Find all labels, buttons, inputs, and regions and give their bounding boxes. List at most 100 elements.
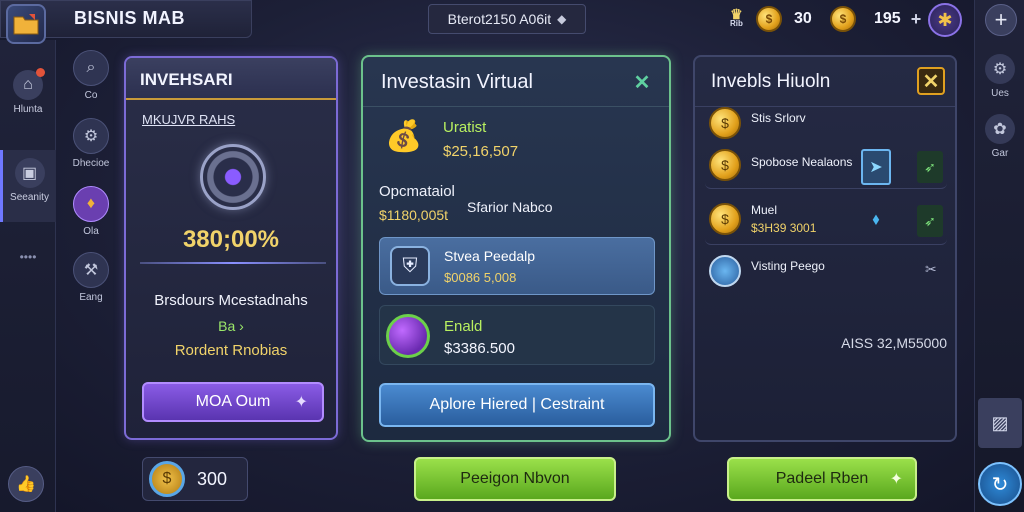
leaf-button[interactable]: ➶ [917,151,943,183]
nav-label: Dhecioe [72,158,110,169]
percent-value: 380;00% [182,226,280,253]
sidebar-item-label: Hlunta [13,104,43,115]
coin-balance[interactable]: $ 300 [142,457,248,501]
divider [140,262,326,264]
investment-row-selected[interactable]: ⛨ Stvea Peedalp $0086 5,008 [379,237,655,295]
mid-label: Opcmataiol [379,183,455,200]
list-item[interactable]: Visting Peego ✂ [705,253,947,293]
close-button[interactable]: ✕ [917,67,945,95]
refresh-button[interactable]: ↻ [978,462,1022,506]
app-title: BISNIS MAB [74,8,186,28]
settings-icon: ✿ [985,114,1015,144]
nav-item-hammer[interactable]: ⚒ Eang [64,252,118,303]
refresh-icon: ↻ [991,473,1009,496]
diamond-icon: ◆ [557,12,567,26]
panel-a-button[interactable]: MOA Oum ✦ [142,382,324,422]
nav-label: Eang [79,292,103,303]
nav-label: Ola [83,226,99,237]
sidebar-item-home[interactable]: ⌂ Hlunta [4,68,52,115]
coin-icon: $ [709,107,741,139]
trash-button[interactable]: ▨ [978,398,1022,448]
nav-label: Co [84,90,98,101]
coin-icon: $ [149,461,185,497]
puzzle-icon: ✱ [937,9,953,30]
shield-icon: ⛨ [390,246,430,286]
search-text: Bterot2150 A06it [447,11,552,27]
nav-item-search[interactable]: ⌕ Co [64,50,118,101]
coin-icon: $ [830,6,856,32]
stat-line-2[interactable]: Ba › [126,318,336,334]
coin-icon: $ [709,149,741,181]
row-1-name: Stis Srlorv [751,111,806,125]
globe-icon [709,255,741,287]
profile-badge[interactable]: ✱ [928,3,962,37]
mid-value: $1180,005t [379,207,449,223]
chest-icon: ▣ [14,158,45,188]
coin-icon: $ [756,6,782,32]
potion-icon: ♦ [73,186,109,222]
right-action-button[interactable]: Padeel Rben ✦ [727,457,917,501]
row-4-name: Visting Peego [751,259,825,273]
coin-counter-2[interactable]: $ 195 + [830,4,921,34]
search-icon: ⌕ [73,50,109,86]
row-3-value: $3H39 3001 [751,221,817,235]
add-button[interactable]: + [985,4,1017,36]
item-3-value: $3386.500 [444,340,515,357]
sidebar-item-label: Seeanity [10,192,49,203]
send-button[interactable]: ➤ [861,149,891,185]
medal-icon: ♛ [730,6,743,22]
panel-title: INVEHSARI [126,58,336,100]
right-nav-item-2[interactable]: ✿ Gar [980,114,1020,159]
gem-icon[interactable]: ⬧ [865,205,887,235]
coin-balance-value: 300 [197,468,228,489]
investment-row[interactable]: Enald $3386.500 [379,305,655,365]
list-item[interactable]: $ Spobose Nealaons ➤ ➶ [705,145,947,189]
thumb-button[interactable]: 👍 [8,466,44,502]
mid-right-label: Sfarior Nabco [467,199,553,215]
row-3-name: Muel [751,203,778,217]
leaf-button[interactable]: ➶ [917,205,943,237]
folder-icon[interactable] [6,4,46,44]
resource-badge[interactable]: ♛ Rib [730,4,743,34]
sidebar-item-security[interactable]: ▣ Seeanity [0,150,56,222]
stat-line-3: Rordent Rnobias [174,342,288,359]
button-label: Padeel Rben [775,470,869,487]
coin-counter-1[interactable]: $ 30 [756,4,812,34]
item-1-value: $25,16,507 [443,143,519,160]
tools-icon[interactable]: ✂ [925,261,937,278]
stat-line-1: Brsdours Mcestadnahs [154,292,308,309]
center-action-button[interactable]: Peeigon Nbvon [414,457,616,501]
investment-panel-right: Invebls Hiuoln ✕ $ Stis Srlorv $ Spobose… [693,55,957,442]
nav-label: Ues [991,88,1009,99]
item-3-name: Enald [444,318,483,335]
coins-icon: $ [709,203,741,235]
nav-label: Gar [991,148,1009,159]
coin-value-1: 30 [794,10,812,27]
investment-panel-left: INVEHSARI MKUJVR RAHS 380;00% Brsdours M… [124,56,338,440]
sparkle-icon: ✦ [889,471,903,488]
button-label: MOA Oum [195,393,271,410]
sparkle-icon: ✦ [294,394,308,411]
gear-icon: ⚙ [985,54,1015,84]
item-2-value: $0086 5,008 [444,270,517,285]
list-item[interactable]: $ Muel $3H39 3001 ⬧ ➶ [705,197,947,245]
plus-icon[interactable]: + [911,9,922,30]
right-nav-item-1[interactable]: ⚙ Ues [980,54,1020,99]
gear-icon: ⚙ [73,118,109,154]
panel-subtitle: MKUJVR RAHS [142,112,236,127]
nav-item-potion[interactable]: ♦ Ola [64,186,118,237]
explore-button[interactable]: Aplore Hiered | Cestraint [379,383,655,427]
item-2-name: Stvea Peedalp [444,248,536,264]
search-pill[interactable]: Bterot2150 A06it ◆ [428,4,586,34]
thumbs-up-icon: 👍 [16,476,36,493]
plus-icon: + [994,7,1008,32]
more-dots[interactable]: •••• [4,250,52,264]
orb-icon [200,144,266,210]
button-label: Aplore Hiered | Cestraint [429,396,605,413]
total-value: AISS 32,M55000 [841,335,947,351]
investment-panel-center: Investasin Virtual ✕ 💰 Uratist $25,16,50… [361,55,671,442]
nav-item-gear[interactable]: ⚙ Dhecioe [64,118,118,169]
home-icon: ⌂ [13,68,45,100]
close-button[interactable]: ✕ [629,69,655,95]
coin-value-2: 195 [874,10,901,27]
